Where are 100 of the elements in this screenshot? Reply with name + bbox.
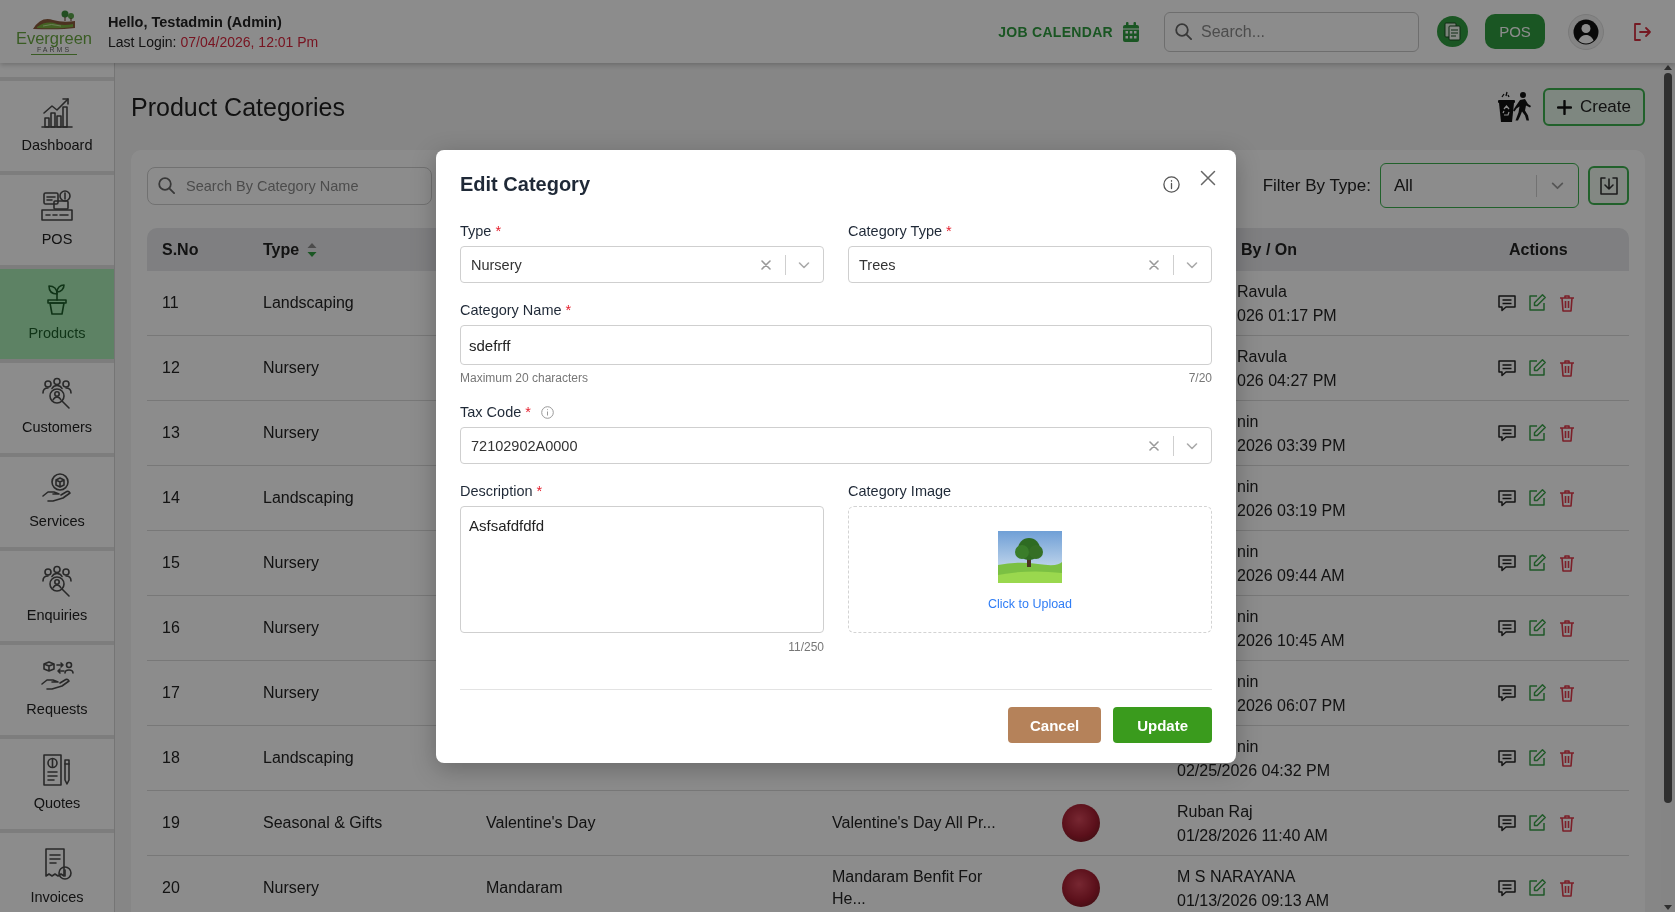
calendar-icon <box>1122 21 1140 42</box>
character-counter: 11/250 <box>788 640 824 654</box>
field-label: Tax Code <box>460 404 522 420</box>
trash-icon[interactable] <box>1557 683 1577 703</box>
table-cell-text: 13 <box>162 423 180 443</box>
trash-icon[interactable] <box>1557 813 1577 833</box>
message-icon[interactable] <box>1497 683 1517 703</box>
filter-label: Filter By Type: <box>1262 175 1371 196</box>
edit-icon[interactable] <box>1527 878 1547 898</box>
trash-icon[interactable] <box>1557 748 1577 768</box>
table-cell-text: Seasonal & Gifts <box>263 813 383 833</box>
created-on-date: 2026 03:19 PM <box>1237 500 1346 521</box>
landscape-photo <box>998 531 1062 583</box>
message-icon[interactable] <box>1497 488 1517 508</box>
textarea-field[interactable]: Asfsafdfdfd <box>460 506 824 633</box>
character-counter: 7/20 <box>1188 371 1212 385</box>
upload-link[interactable]: Click to Upload <box>987 597 1073 611</box>
image-upload-area[interactable]: Click to Upload <box>848 506 1212 633</box>
clear-icon[interactable] <box>1149 440 1159 451</box>
table-cell-text: 12 <box>162 358 180 378</box>
table-cell-text: Valentine's Day All Pr... <box>832 813 996 833</box>
trash-icon[interactable] <box>1557 423 1577 443</box>
table-cell-text: 20 <box>162 878 180 898</box>
notes-icon[interactable] <box>1437 16 1468 47</box>
edit-icon[interactable] <box>1527 488 1547 508</box>
cash-register-icon <box>39 188 75 224</box>
scrollbar[interactable] <box>1661 63 1675 912</box>
create-button[interactable]: Create <box>1542 88 1645 126</box>
table-cell-text: Landscaping <box>263 293 354 313</box>
download-button[interactable] <box>1588 166 1629 205</box>
search-field[interactable]: Search By Category Name <box>147 166 432 205</box>
recycle-bin-icon[interactable] <box>1495 91 1532 123</box>
table-cell-text: 14 <box>162 488 180 508</box>
column-header: Type <box>263 240 300 259</box>
submit-button[interactable]: Update <box>1113 707 1212 743</box>
table-cell-text: Nursery <box>263 553 319 573</box>
table-cell-text: Valentine's Day <box>486 813 596 833</box>
message-icon[interactable] <box>1497 293 1517 313</box>
message-icon[interactable] <box>1497 748 1517 768</box>
edit-icon[interactable] <box>1527 358 1547 378</box>
message-icon[interactable] <box>1497 423 1517 443</box>
search-field[interactable]: Search... <box>1164 11 1419 52</box>
last-login-label: Last Login: <box>108 32 177 52</box>
created-on-date: 026 04:27 PM <box>1237 370 1337 391</box>
message-icon[interactable] <box>1497 553 1517 573</box>
created-on-date: 2026 03:39 PM <box>1237 435 1346 456</box>
edit-icon[interactable] <box>1527 748 1547 768</box>
created-by-name: nin <box>1237 411 1259 432</box>
table-cell-text: Nursery <box>263 618 319 638</box>
search-icon <box>158 177 175 194</box>
trash-icon[interactable] <box>1557 553 1577 573</box>
filter-dropdown[interactable]: All <box>1380 163 1579 208</box>
trash-icon[interactable] <box>1557 293 1577 313</box>
logout-icon[interactable] <box>1632 21 1652 42</box>
cancel-button[interactable]: Cancel <box>1007 707 1102 743</box>
message-icon[interactable] <box>1497 878 1517 898</box>
clear-icon[interactable] <box>1149 259 1159 270</box>
field-label: Category Image <box>848 483 952 499</box>
dropdown-field[interactable]: Trees <box>848 246 1212 283</box>
trash-icon[interactable] <box>1557 618 1577 638</box>
created-on-date: 2026 09:44 AM <box>1237 565 1345 586</box>
message-icon[interactable] <box>1497 813 1517 833</box>
created-by-name: Ravula <box>1237 281 1287 302</box>
required-mark: * <box>536 483 543 499</box>
created-by-name: nin <box>1237 476 1259 497</box>
edit-icon[interactable] <box>1527 683 1547 703</box>
close-icon[interactable] <box>1200 170 1216 186</box>
table-cell-text: 15 <box>162 553 180 573</box>
field-label: Type <box>460 223 492 239</box>
dropdown-field[interactable]: Nursery <box>460 246 824 283</box>
edit-icon[interactable] <box>1527 813 1547 833</box>
edit-icon[interactable] <box>1527 618 1547 638</box>
dialog-title: Edit Category <box>460 172 591 196</box>
info-icon[interactable] <box>1163 175 1180 193</box>
edit-icon[interactable] <box>1527 423 1547 443</box>
people-search-icon <box>39 564 75 600</box>
trash-icon[interactable] <box>1557 488 1577 508</box>
required-mark: * <box>495 223 502 239</box>
trash-icon[interactable] <box>1557 358 1577 378</box>
created-by-name: nin <box>1237 541 1259 562</box>
created-by-name: nin <box>1237 606 1259 627</box>
message-icon[interactable] <box>1497 358 1517 378</box>
created-by-name: nin <box>1237 736 1259 757</box>
avatar-icon[interactable] <box>1568 13 1604 50</box>
trash-icon[interactable] <box>1557 878 1577 898</box>
table-cell-text: Nursery <box>263 358 319 378</box>
edit-icon[interactable] <box>1527 293 1547 313</box>
page-title: Product Categories <box>131 92 345 122</box>
table-cell-text: 16 <box>162 618 180 638</box>
table-cell-text: Nursery <box>263 683 319 703</box>
table-cell-text: 18 <box>162 748 180 768</box>
dropdown-field[interactable]: 72102902A0000 <box>460 427 1212 464</box>
field-hint: Maximum 20 characters <box>460 371 589 385</box>
table-cell-text: Mandaram Benfit For He... <box>832 867 984 909</box>
clear-icon[interactable] <box>761 259 771 270</box>
message-icon[interactable] <box>1497 618 1517 638</box>
sidebar-item[interactable]: Products <box>0 265 114 359</box>
text-input[interactable]: sdefrff <box>460 325 1212 365</box>
sort-icon[interactable] <box>307 241 318 258</box>
edit-icon[interactable] <box>1527 553 1547 573</box>
